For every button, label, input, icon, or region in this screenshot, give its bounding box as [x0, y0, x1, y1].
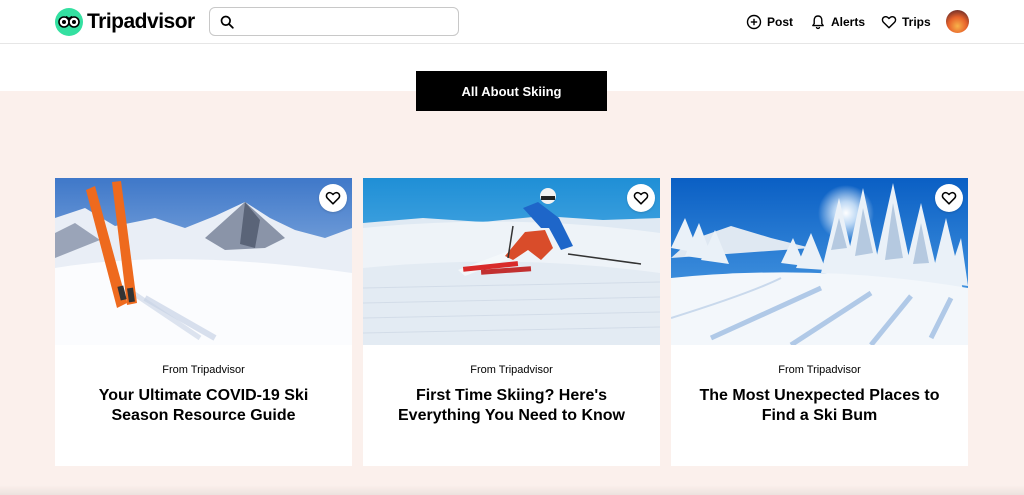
user-avatar[interactable] — [946, 10, 969, 33]
heart-icon — [881, 15, 897, 29]
top-header: Tripadvisor Post Alerts Trips — [0, 0, 1024, 44]
save-heart-button[interactable] — [935, 184, 963, 212]
post-label: Post — [767, 15, 794, 29]
skier-on-slope-photo[interactable] — [363, 178, 660, 345]
snowy-forest-photo[interactable] — [671, 178, 968, 345]
card-source: From Tripadvisor — [470, 364, 553, 376]
bell-icon — [812, 15, 824, 30]
card-source: From Tripadvisor — [162, 364, 245, 376]
article-card[interactable]: From Tripadvisor First Time Skiing? Here… — [363, 178, 660, 466]
heart-icon — [633, 191, 649, 205]
card-title[interactable]: First Time Skiing? Here's Everything You… — [383, 386, 640, 426]
card-title[interactable]: The Most Unexpected Places to Find a Ski… — [691, 386, 948, 426]
bottom-shadow — [0, 485, 1024, 495]
save-heart-button[interactable] — [319, 184, 347, 212]
article-card[interactable]: From Tripadvisor Your Ultimate COVID-19 … — [55, 178, 352, 466]
alerts-label: Alerts — [831, 15, 866, 29]
heart-icon — [325, 191, 341, 205]
skis-in-snow-photo[interactable] — [55, 178, 352, 345]
post-button[interactable]: Post — [746, 12, 793, 32]
trips-label: Trips — [902, 15, 931, 29]
owl-logo-icon — [55, 8, 83, 36]
card-source: From Tripadvisor — [778, 364, 861, 376]
save-heart-button[interactable] — [627, 184, 655, 212]
heart-icon — [941, 191, 957, 205]
article-card[interactable]: From Tripadvisor The Most Unexpected Pla… — [671, 178, 968, 466]
brand-name: Tripadvisor — [87, 10, 195, 33]
plus-circle-icon — [746, 14, 762, 30]
card-title[interactable]: Your Ultimate COVID-19 Ski Season Resour… — [75, 386, 332, 426]
search-input[interactable] — [242, 12, 452, 32]
section-title: All About Skiing — [416, 71, 607, 111]
alerts-button[interactable]: Alerts — [810, 12, 865, 32]
tripadvisor-logo[interactable]: Tripadvisor — [55, 7, 195, 37]
search-box[interactable] — [209, 7, 459, 36]
search-icon — [220, 15, 234, 29]
trips-button[interactable]: Trips — [881, 12, 931, 32]
